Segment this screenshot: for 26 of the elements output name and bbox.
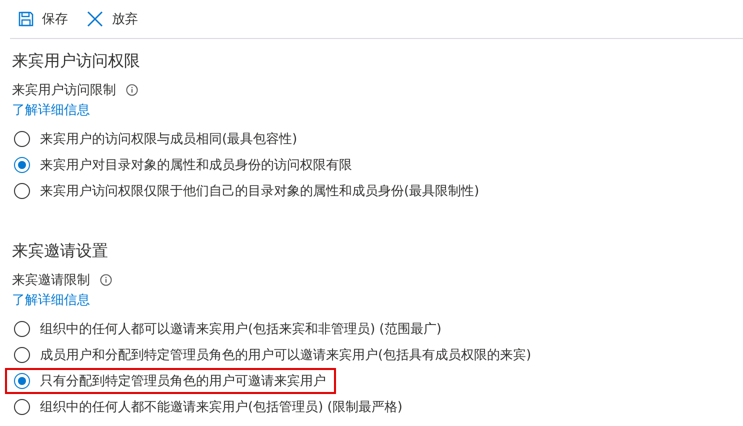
info-icon[interactable] [126,84,138,96]
radio-option[interactable]: 组织中的任何人都不能邀请来宾用户(包括管理员) (限制最严格) [14,398,402,416]
radio-option[interactable]: 只有分配到特定管理员角色的用户可邀请来宾用户 [14,372,326,390]
save-button[interactable]: 保存 [16,8,70,30]
radio-option[interactable]: 组织中的任何人都可以邀请来宾用户(包括来宾和非管理员) (范围最广) [14,320,442,338]
radio-option[interactable]: 来宾用户的访问权限与成员相同(最具包容性) [14,130,298,148]
radio-button[interactable] [14,399,30,415]
close-icon [86,10,104,28]
field-label: 来宾用户访问限制 [12,82,116,99]
radio-option[interactable]: 来宾用户对目录对象的属性和成员身份的访问权限有限 [14,156,352,174]
radio-button[interactable] [14,373,30,389]
radio-button[interactable] [14,321,30,337]
discard-button[interactable]: 放弃 [84,8,140,30]
radio-button[interactable] [14,347,30,363]
radio-button[interactable] [14,157,30,173]
section-title: 来宾邀请设置 [12,240,109,262]
learn-more-link[interactable]: 了解详细信息 [12,292,90,310]
radio-button[interactable] [14,183,30,199]
radio-option[interactable]: 来宾用户访问权限仅限于他们自己的目录对象的属性和成员身份(最具限制性) [14,182,480,200]
info-icon[interactable] [100,274,112,286]
radio-button[interactable] [14,131,30,147]
radio-option[interactable]: 成员用户和分配到特定管理员角色的用户可以邀请来宾用户(包括具有成员权限的来宾) [14,346,532,364]
field-label: 来宾邀请限制 [12,272,90,289]
save-icon [18,11,34,27]
learn-more-link[interactable]: 了解详细信息 [12,102,90,120]
section-title: 来宾用户访问权限 [12,50,141,72]
